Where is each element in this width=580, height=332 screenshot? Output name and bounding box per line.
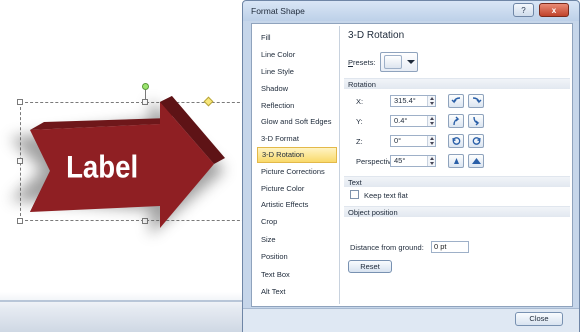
nav-item-fill[interactable]: Fill: [257, 30, 337, 46]
distance-from-ground-input[interactable]: 0 pt: [431, 241, 469, 253]
x-rotation-input[interactable]: 315.4°: [390, 95, 436, 107]
nav-item-artistic-effects[interactable]: Artistic Effects: [257, 197, 337, 213]
panel-title: 3-D Rotation: [348, 30, 405, 41]
dialog-body: Fill Line Color Line Style Shadow Reflec…: [251, 23, 573, 307]
rotate-right-icon: [472, 97, 481, 104]
arrow-label: Label: [66, 150, 138, 185]
nav-item-picture-corrections[interactable]: Picture Corrections: [257, 164, 337, 180]
z-rotation-spinner[interactable]: [427, 136, 435, 146]
nav-item-size[interactable]: Size: [257, 232, 337, 248]
distance-from-ground-label: Distance from ground:: [350, 243, 424, 252]
close-button-label: Close: [529, 314, 549, 323]
rotate-left-button[interactable]: [448, 94, 464, 108]
nav-item-line-color[interactable]: Line Color: [257, 47, 337, 63]
x-rotation-label: X:: [356, 97, 364, 106]
help-button[interactable]: ?: [513, 3, 534, 17]
nav-item-3d-rotation[interactable]: 3-D Rotation: [257, 147, 337, 163]
presets-label: Presets:: [348, 58, 376, 67]
nav-item-3d-format[interactable]: 3-D Format: [257, 131, 337, 147]
dialog-title: Format Shape: [251, 6, 305, 16]
keep-text-flat-label: Keep text flat: [364, 191, 408, 200]
close-window-button[interactable]: x: [539, 3, 569, 17]
slide-divider-line: [0, 300, 260, 302]
presets-preview: [384, 55, 402, 69]
perspective-widen-icon: [471, 158, 481, 164]
rotate-down-icon: [472, 116, 479, 126]
3d-rotation-panel: 3-D Rotation Presets: Rotation X: 315.4°…: [344, 26, 570, 304]
y-rotation-input[interactable]: 0.4°: [390, 115, 436, 127]
rotate-clockwise-button[interactable]: [468, 134, 484, 148]
y-rotation-spinner[interactable]: [427, 116, 435, 126]
nav-item-picture-color[interactable]: Picture Color: [257, 181, 337, 197]
rotate-right-button[interactable]: [468, 94, 484, 108]
nav-item-line-style[interactable]: Line Style: [257, 64, 337, 80]
perspective-input[interactable]: 45°: [390, 155, 436, 167]
keep-text-flat-checkbox[interactable]: [350, 190, 359, 199]
reset-button[interactable]: Reset: [348, 260, 392, 273]
rotate-up-icon: [452, 116, 459, 126]
rotate-up-button[interactable]: [448, 114, 464, 128]
perspective-narrow-icon: [453, 158, 459, 164]
z-rotation-input[interactable]: 0°: [390, 135, 436, 147]
y-rotation-value: 0.4°: [394, 116, 408, 125]
rotate-counterclockwise-icon: [451, 137, 460, 145]
rotate-clockwise-icon: [472, 137, 481, 145]
nav-item-crop[interactable]: Crop: [257, 214, 337, 230]
rotate-left-icon: [451, 97, 460, 104]
nav-item-text-box[interactable]: Text Box: [257, 267, 337, 283]
reset-button-label: Reset: [360, 262, 380, 271]
nav-item-reflection[interactable]: Reflection: [257, 98, 337, 114]
y-rotation-label: Y:: [356, 117, 363, 126]
nav-item-position[interactable]: Position: [257, 249, 337, 265]
text-section-header: Text: [344, 176, 570, 187]
z-rotation-value: 0°: [394, 136, 402, 145]
nav-item-shadow[interactable]: Shadow: [257, 81, 337, 97]
presets-label-text: resets:: [353, 58, 376, 67]
nav-item-glow-soft-edges[interactable]: Glow and Soft Edges: [257, 114, 337, 130]
x-rotation-spinner[interactable]: [427, 96, 435, 106]
chevron-down-icon: [407, 60, 415, 64]
z-rotation-label: Z:: [356, 137, 363, 146]
x-rotation-value: 315.4°: [394, 96, 416, 105]
rotate-counterclockwise-button[interactable]: [448, 134, 464, 148]
close-icon: x: [551, 5, 557, 15]
presets-dropdown[interactable]: [380, 52, 418, 72]
perspective-narrow-button[interactable]: [448, 154, 464, 168]
help-icon: ?: [521, 5, 526, 15]
nav-item-alt-text[interactable]: Alt Text: [257, 284, 337, 300]
dialog-titlebar[interactable]: Format Shape ? x: [243, 1, 579, 21]
format-shape-dialog: Format Shape ? x Fill Line Color Line St…: [242, 0, 580, 332]
perspective-spinner[interactable]: [427, 156, 435, 166]
distance-from-ground-value: 0 pt: [434, 242, 447, 251]
object-position-section-header: Object position: [344, 206, 570, 217]
category-list: Fill Line Color Line Style Shadow Reflec…: [254, 26, 340, 304]
3d-arrow-shape[interactable]: Label: [0, 60, 250, 260]
close-button[interactable]: Close: [515, 312, 563, 326]
perspective-value: 45°: [394, 156, 406, 165]
perspective-widen-button[interactable]: [468, 154, 484, 168]
rotation-section-header: Rotation: [344, 78, 570, 89]
rotate-down-button[interactable]: [468, 114, 484, 128]
